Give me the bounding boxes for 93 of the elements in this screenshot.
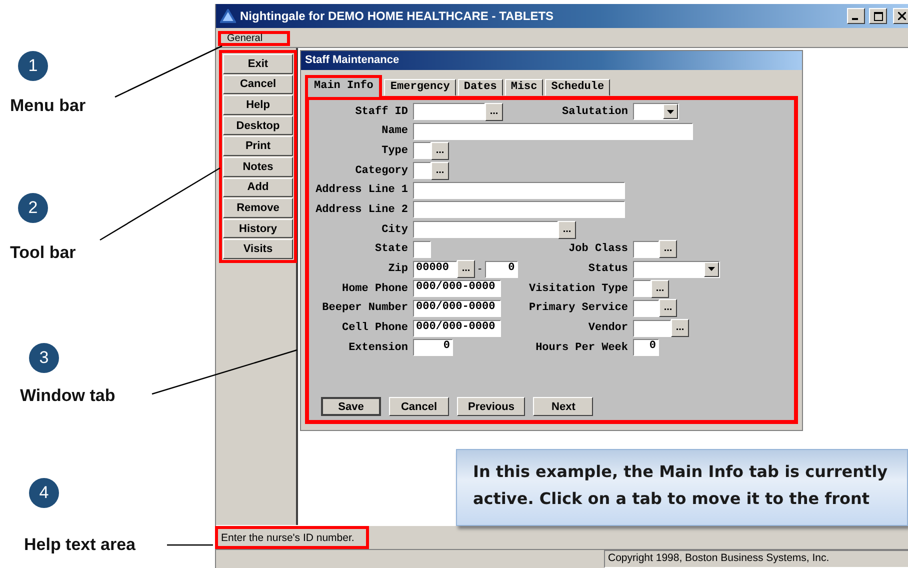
tab[interactable]: Schedule	[545, 79, 610, 96]
input-field[interactable]	[413, 221, 558, 238]
lookup-button[interactable]: ...	[558, 220, 576, 239]
field-label: Salutation	[560, 106, 628, 118]
field-label: Staff ID	[354, 106, 408, 118]
field-label: Name	[380, 125, 408, 138]
menu-item[interactable]: General	[218, 31, 290, 46]
leader-line	[167, 544, 213, 546]
lookup-button[interactable]: ...	[671, 319, 689, 338]
close-button[interactable]	[893, 8, 908, 24]
field-label: Zip	[387, 263, 408, 275]
input-field[interactable]: 000/000-0000	[413, 300, 501, 317]
toolbar-button[interactable]: Remove	[223, 198, 293, 218]
input-field[interactable]	[413, 182, 625, 199]
field-label: Category	[354, 164, 408, 177]
lookup-button[interactable]: ...	[659, 299, 677, 318]
field-label: Cell Phone	[340, 322, 408, 334]
dropdown-arrow-icon	[708, 267, 715, 271]
field-label: Job Class	[568, 243, 628, 256]
input-field[interactable]	[633, 300, 659, 317]
input-field[interactable]: 0	[633, 339, 659, 356]
input-field[interactable]	[413, 162, 431, 180]
window-title: Nightingale for DEMO HOME HEALTHCARE - TABLETS	[240, 9, 555, 23]
field-label: Visitation Type	[528, 282, 628, 295]
field-label: Hours Per Week	[534, 342, 628, 354]
copyright-text: Copyright 1998, Boston Business Systems, Inc.	[604, 550, 908, 568]
toolbar-button[interactable]: Desktop	[223, 116, 293, 136]
toolbar-button[interactable]: History	[223, 218, 293, 238]
input-field[interactable]	[633, 280, 651, 298]
step-number: 3	[29, 343, 59, 373]
field-label: State	[374, 243, 408, 256]
input-field[interactable]	[633, 320, 671, 337]
tab[interactable]: Dates	[458, 79, 503, 96]
annotation-label: Window tab	[20, 386, 116, 406]
field-label: Beeper Number	[321, 302, 408, 314]
dropdown-arrow-icon	[667, 110, 674, 114]
toolbar-button[interactable]: Cancel	[223, 74, 293, 94]
toolbar-button[interactable]: Add	[223, 178, 293, 198]
field-label: Home Phone	[340, 282, 408, 295]
toolbar-button[interactable]: Help	[223, 95, 293, 115]
tab[interactable]: Main Info	[305, 75, 382, 97]
input-field[interactable]	[633, 240, 659, 258]
input-field[interactable]: 000/000-0000	[413, 320, 501, 337]
lookup-button[interactable]: ...	[457, 260, 475, 278]
step-number: 1	[18, 51, 48, 81]
input-field[interactable]: 00000	[413, 260, 457, 278]
dropdown[interactable]	[633, 103, 679, 120]
annotation-label: Tool bar	[10, 243, 76, 263]
form-button[interactable]: Previous	[457, 397, 526, 416]
separator: -	[478, 263, 482, 275]
field-label: Status	[587, 263, 628, 275]
callout: In this example, the Main Info tab is currently active. Click on a tab to move it to the front	[456, 449, 908, 526]
field-label: Extension	[348, 342, 408, 354]
field-label: City	[380, 224, 408, 236]
input-field[interactable]: 000/000-0000	[413, 280, 501, 298]
field-label: Type	[380, 144, 408, 157]
input-field[interactable]	[413, 103, 485, 120]
input-field[interactable]: 0	[413, 339, 453, 356]
close-icon	[898, 12, 906, 20]
input-field[interactable]: 0	[484, 260, 518, 278]
minimize-button[interactable]	[847, 8, 865, 24]
toolbar-button[interactable]: Visits	[223, 239, 293, 259]
tab[interactable]: Emergency	[384, 79, 456, 96]
maximize-button[interactable]	[869, 8, 887, 24]
input-field[interactable]	[413, 201, 625, 218]
window-title: Staff Maintenance	[301, 51, 802, 70]
annotation-label: Help text area	[24, 535, 136, 555]
input-field[interactable]	[413, 122, 693, 140]
toolbar-button[interactable]: Notes	[223, 156, 293, 177]
lookup-button[interactable]: ...	[485, 102, 503, 120]
form-button[interactable]: Save	[321, 397, 381, 416]
field-label: Vendor	[587, 322, 628, 334]
annotation-label: Menu bar	[10, 96, 86, 116]
field-label: Address Line 1	[314, 184, 408, 196]
lookup-button[interactable]: ...	[651, 280, 669, 298]
maximize-icon	[874, 12, 882, 20]
form-button[interactable]: Cancel	[389, 397, 449, 416]
toolbar-button[interactable]: Exit	[223, 54, 293, 74]
form-button[interactable]: Next	[533, 397, 594, 416]
step-number: 4	[29, 478, 59, 508]
lookup-button[interactable]: ...	[659, 240, 677, 258]
input-field[interactable]	[413, 142, 431, 160]
lookup-button[interactable]: ...	[431, 142, 449, 160]
help-text: Enter the nurse's ID number.	[215, 526, 370, 549]
field-label: Address Line 2	[314, 204, 408, 216]
app-icon	[220, 9, 236, 23]
input-field[interactable]	[413, 240, 431, 258]
dropdown[interactable]	[633, 260, 720, 278]
lookup-button[interactable]: ...	[431, 162, 449, 180]
toolbar-button[interactable]: Print	[223, 136, 293, 156]
tab[interactable]: Misc	[504, 79, 544, 96]
step-number: 2	[18, 193, 48, 223]
field-label: Primary Service	[528, 302, 628, 314]
